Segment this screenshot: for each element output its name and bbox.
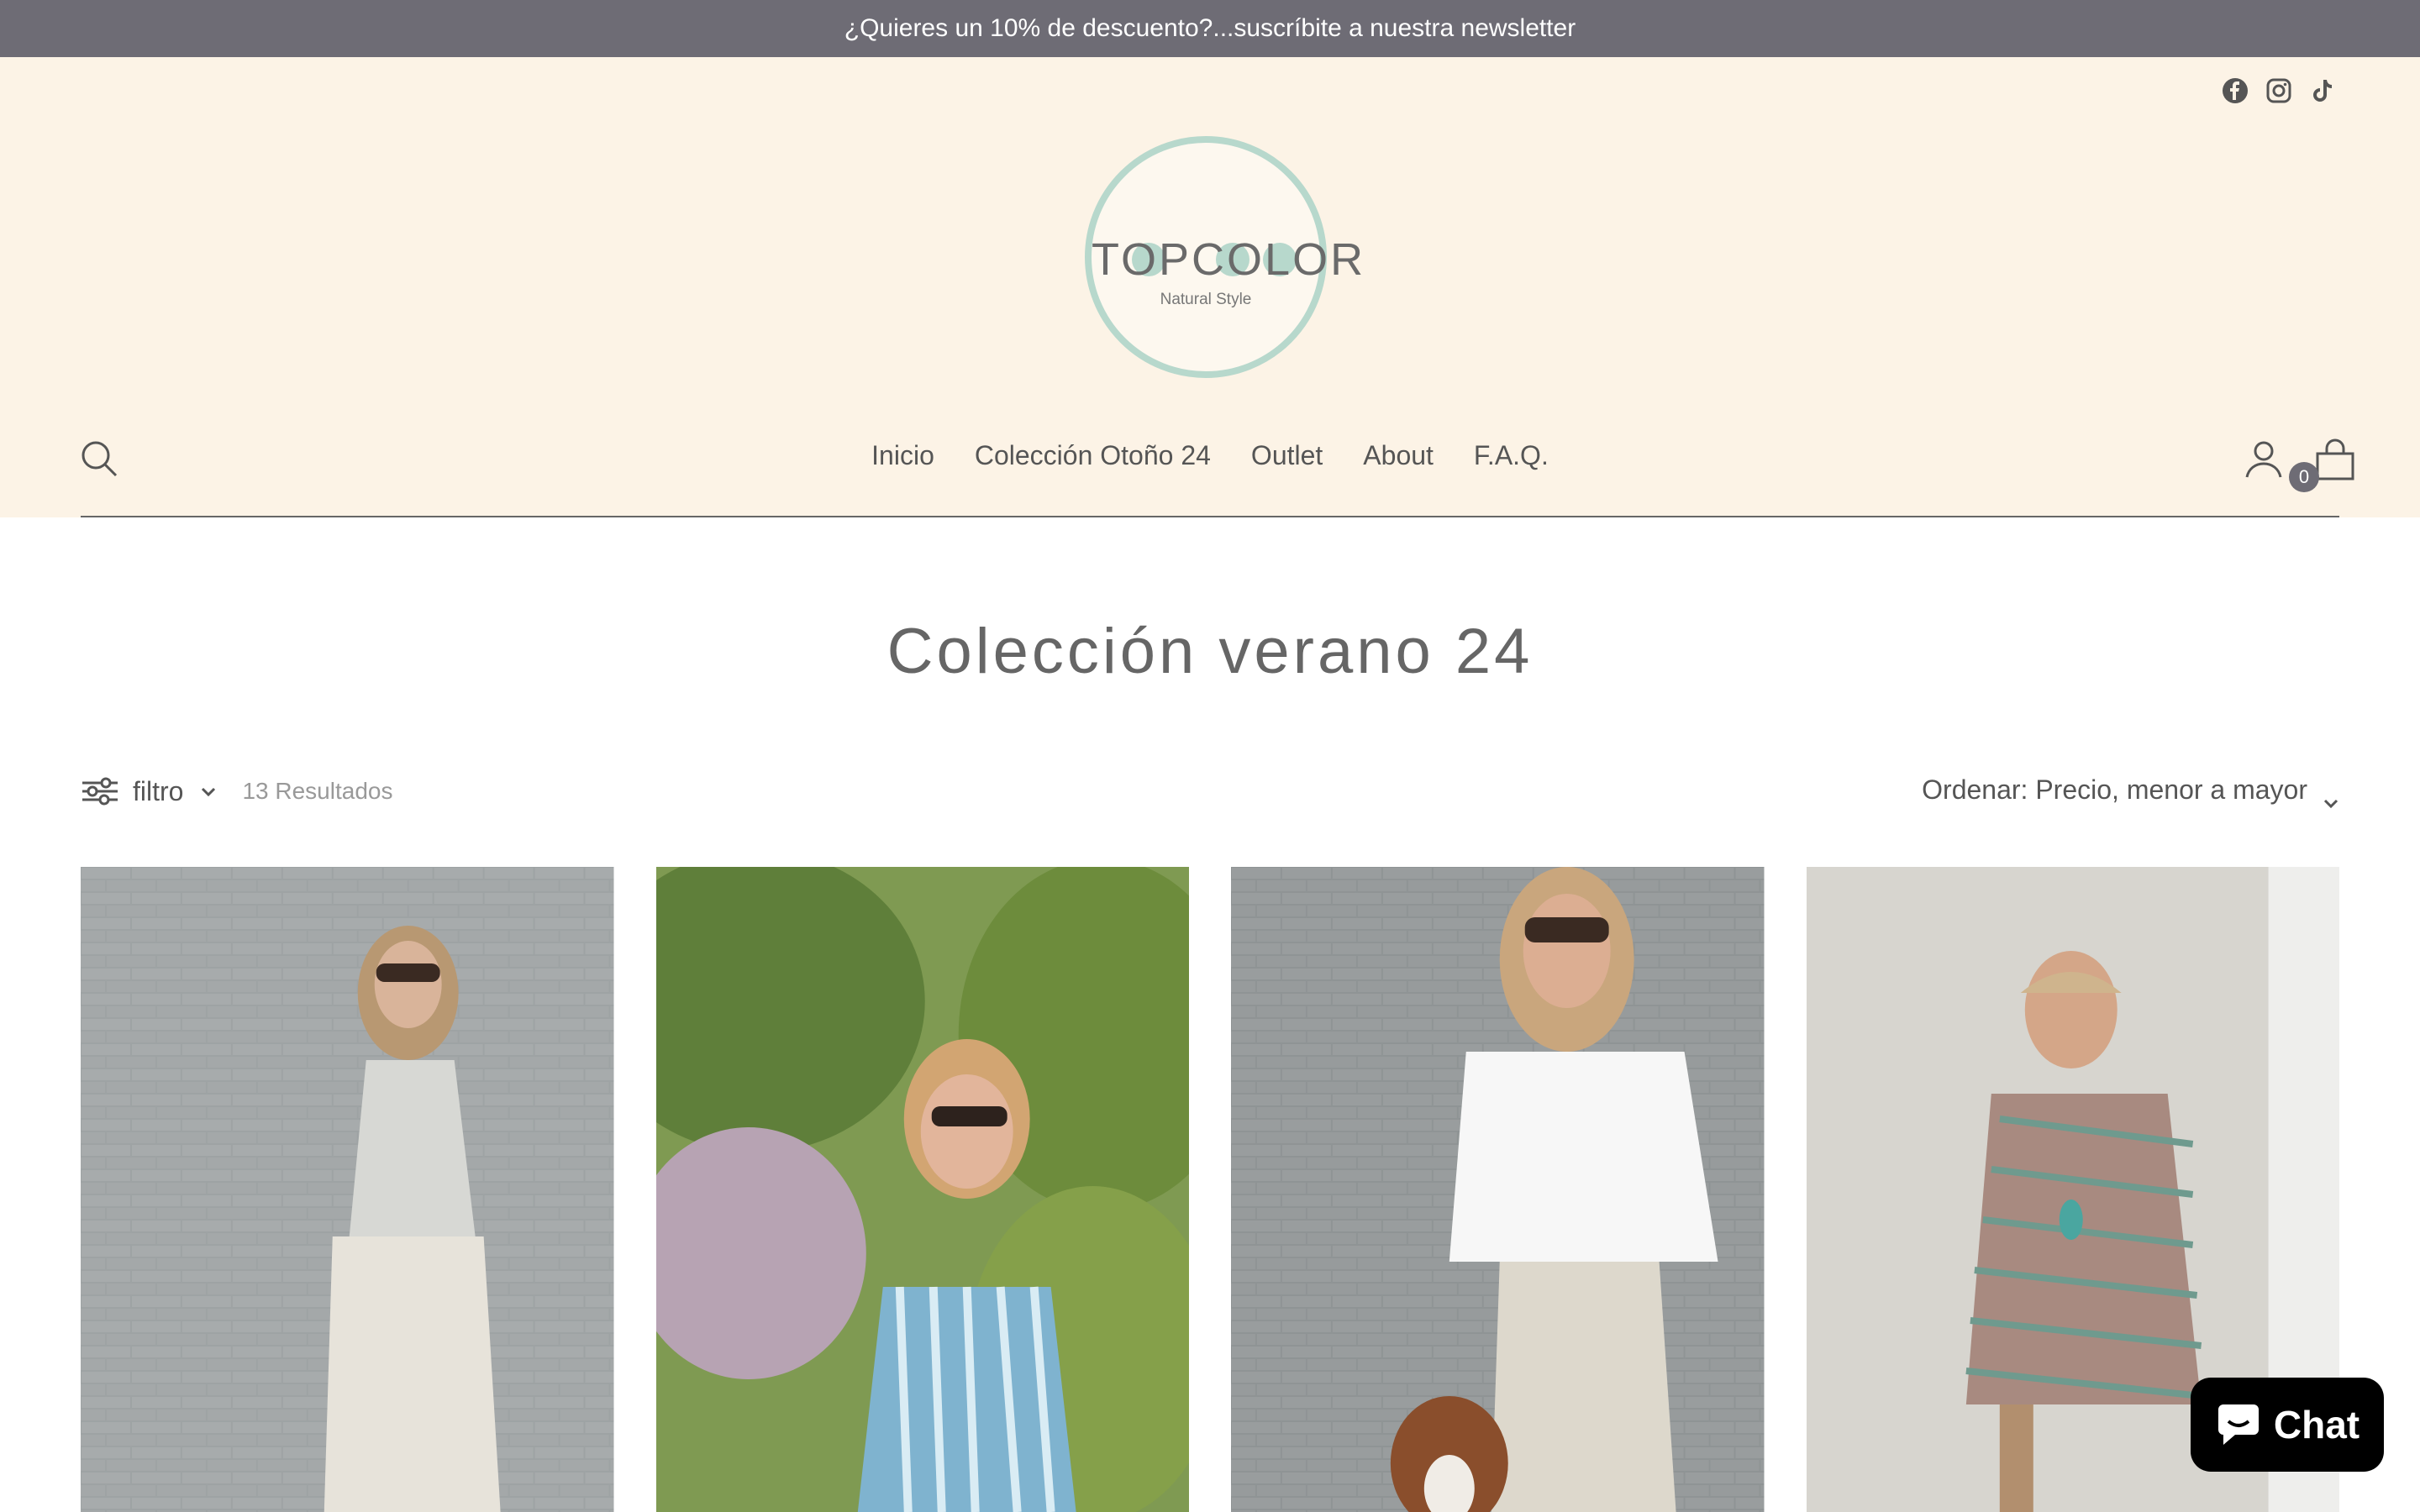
instagram-icon[interactable] [2265,77,2292,104]
tiktok-icon[interactable] [2309,77,2336,104]
filter-bar: filtro 13 Resultados [81,774,392,808]
cart-count-badge: 0 [2289,462,2319,492]
product-card[interactable] [1231,867,1765,1512]
product-grid [81,867,2339,1512]
main-nav: Inicio Colección Otoño 24 Outlet About F… [0,440,2420,471]
announcement-text[interactable]: ¿Quieres un 10% de descuento?...suscríbi… [844,14,1576,43]
brand-name: TOPCOLOR [1092,234,1366,285]
filter-icon[interactable] [81,774,119,808]
chevron-down-icon[interactable] [200,785,217,797]
nav-item-about[interactable]: About [1363,440,1434,471]
sort-dropdown[interactable]: Ordenar: Precio, menor a mayor [1922,774,2339,808]
cart-icon[interactable] [2314,438,2356,480]
nav-item-inicio[interactable]: Inicio [871,440,934,471]
brand-logo[interactable]: TOPCOLOR Natural Style [1085,136,1366,378]
product-image[interactable] [1231,867,1765,1512]
product-card[interactable] [81,867,614,1512]
nav-item-coleccion-otono[interactable]: Colección Otoño 24 [975,440,1211,471]
header-divider [81,516,2339,517]
product-image[interactable] [81,867,614,1512]
sort-label[interactable]: Ordenar: Precio, menor a mayor [1922,774,2307,806]
product-image[interactable] [655,867,1190,1512]
filter-button[interactable]: filtro [133,776,183,807]
product-card[interactable] [655,867,1190,1512]
chat-button[interactable]: Chat [2191,1378,2384,1472]
chat-bubble-icon [2217,1404,2259,1445]
chat-label[interactable]: Chat [2274,1402,2360,1447]
chevron-down-icon[interactable] [2323,785,2339,808]
page-title: Colección verano 24 [886,616,1534,687]
nav-item-outlet[interactable]: Outlet [1251,440,1323,471]
announcement-bar[interactable]: ¿Quieres un 10% de descuento?...suscríbi… [0,0,2420,57]
facebook-icon[interactable] [2222,77,2249,104]
results-count: 13 Resultados [242,778,393,804]
account-icon[interactable] [2244,438,2284,479]
social-links [2222,77,2336,104]
brand-tagline: Natural Style [1160,291,1252,308]
nav-item-faq[interactable]: F.A.Q. [1474,440,1549,471]
